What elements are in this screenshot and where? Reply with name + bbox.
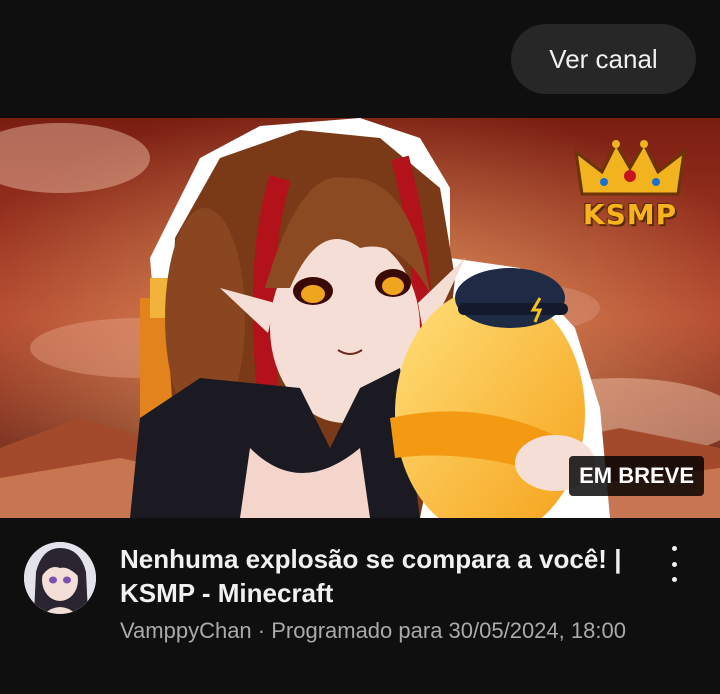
more-vert-icon[interactable]	[662, 546, 686, 582]
menu-dot	[671, 546, 677, 551]
crown-icon	[573, 140, 687, 196]
ksmp-logo-text: KSMP	[582, 198, 678, 231]
menu-dot	[671, 561, 677, 567]
video-title[interactable]: Nenhuma explosão se compara a você! | KS…	[120, 542, 640, 610]
menu-dot	[671, 577, 677, 582]
video-info: Nenhuma explosão se compara a você! | KS…	[0, 518, 720, 694]
video-subtitle: VamppyChan · Programado para 30/05/2024,…	[120, 618, 626, 643]
top-bar: Ver canal	[0, 0, 720, 118]
ksmp-logo: KSMP	[570, 138, 690, 248]
video-thumbnail[interactable]: KSMP EM BREVE	[0, 118, 720, 518]
channel-avatar[interactable]	[24, 542, 96, 614]
coming-soon-badge: EM BREVE	[569, 456, 704, 496]
ver-canal-button[interactable]: Ver canal	[511, 24, 696, 94]
avatar-image	[24, 542, 96, 614]
